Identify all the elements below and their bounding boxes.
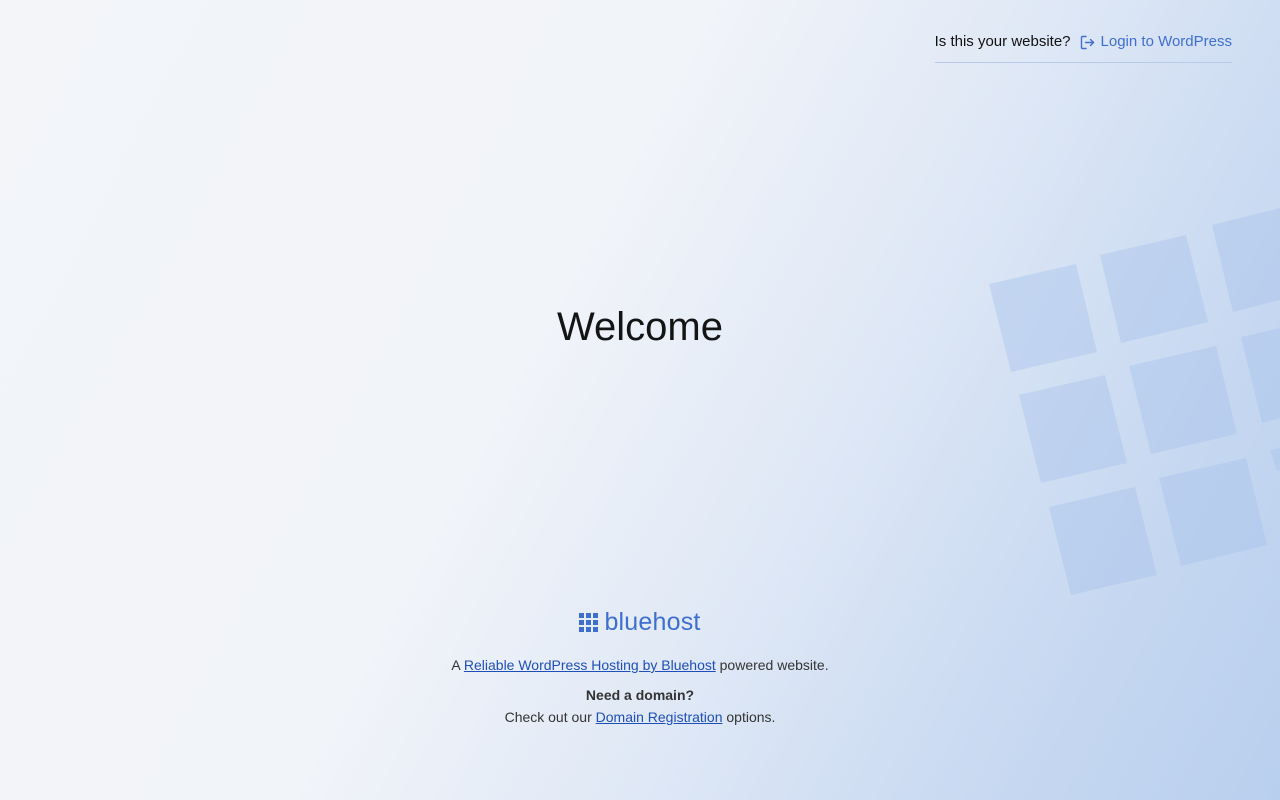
login-bar: Is this your website? Login to WordPress [934,32,1232,63]
hosting-tagline: A Reliable WordPress Hosting by Bluehost… [0,656,1280,674]
bluehost-grid-icon [579,612,599,632]
footer: bluehost A Reliable WordPress Hosting by… [0,608,1280,726]
domain-prefix: Check out our [504,709,592,725]
reliable-hosting-link[interactable]: Reliable WordPress Hosting by Bluehost [464,657,716,673]
login-link-label: Login to WordPress [1100,33,1232,50]
domain-suffix: options. [726,709,776,725]
bluehost-logo: bluehost [579,608,700,636]
need-domain-heading: Need a domain? [585,687,695,703]
login-to-wordpress-link[interactable]: Login to WordPress [1079,32,1232,52]
login-icon [1079,34,1101,51]
tagline-prefix: A [451,657,460,673]
tagline-suffix: powered website. [719,657,829,673]
domain-registration-line: Check out our Domain Registration option… [0,708,1280,726]
brand-name: bluehost [604,608,701,636]
ownership-question: Is this your website? [934,33,1071,50]
page-title: Welcome [557,305,723,349]
domain-registration-link[interactable]: Domain Registration [596,709,723,725]
